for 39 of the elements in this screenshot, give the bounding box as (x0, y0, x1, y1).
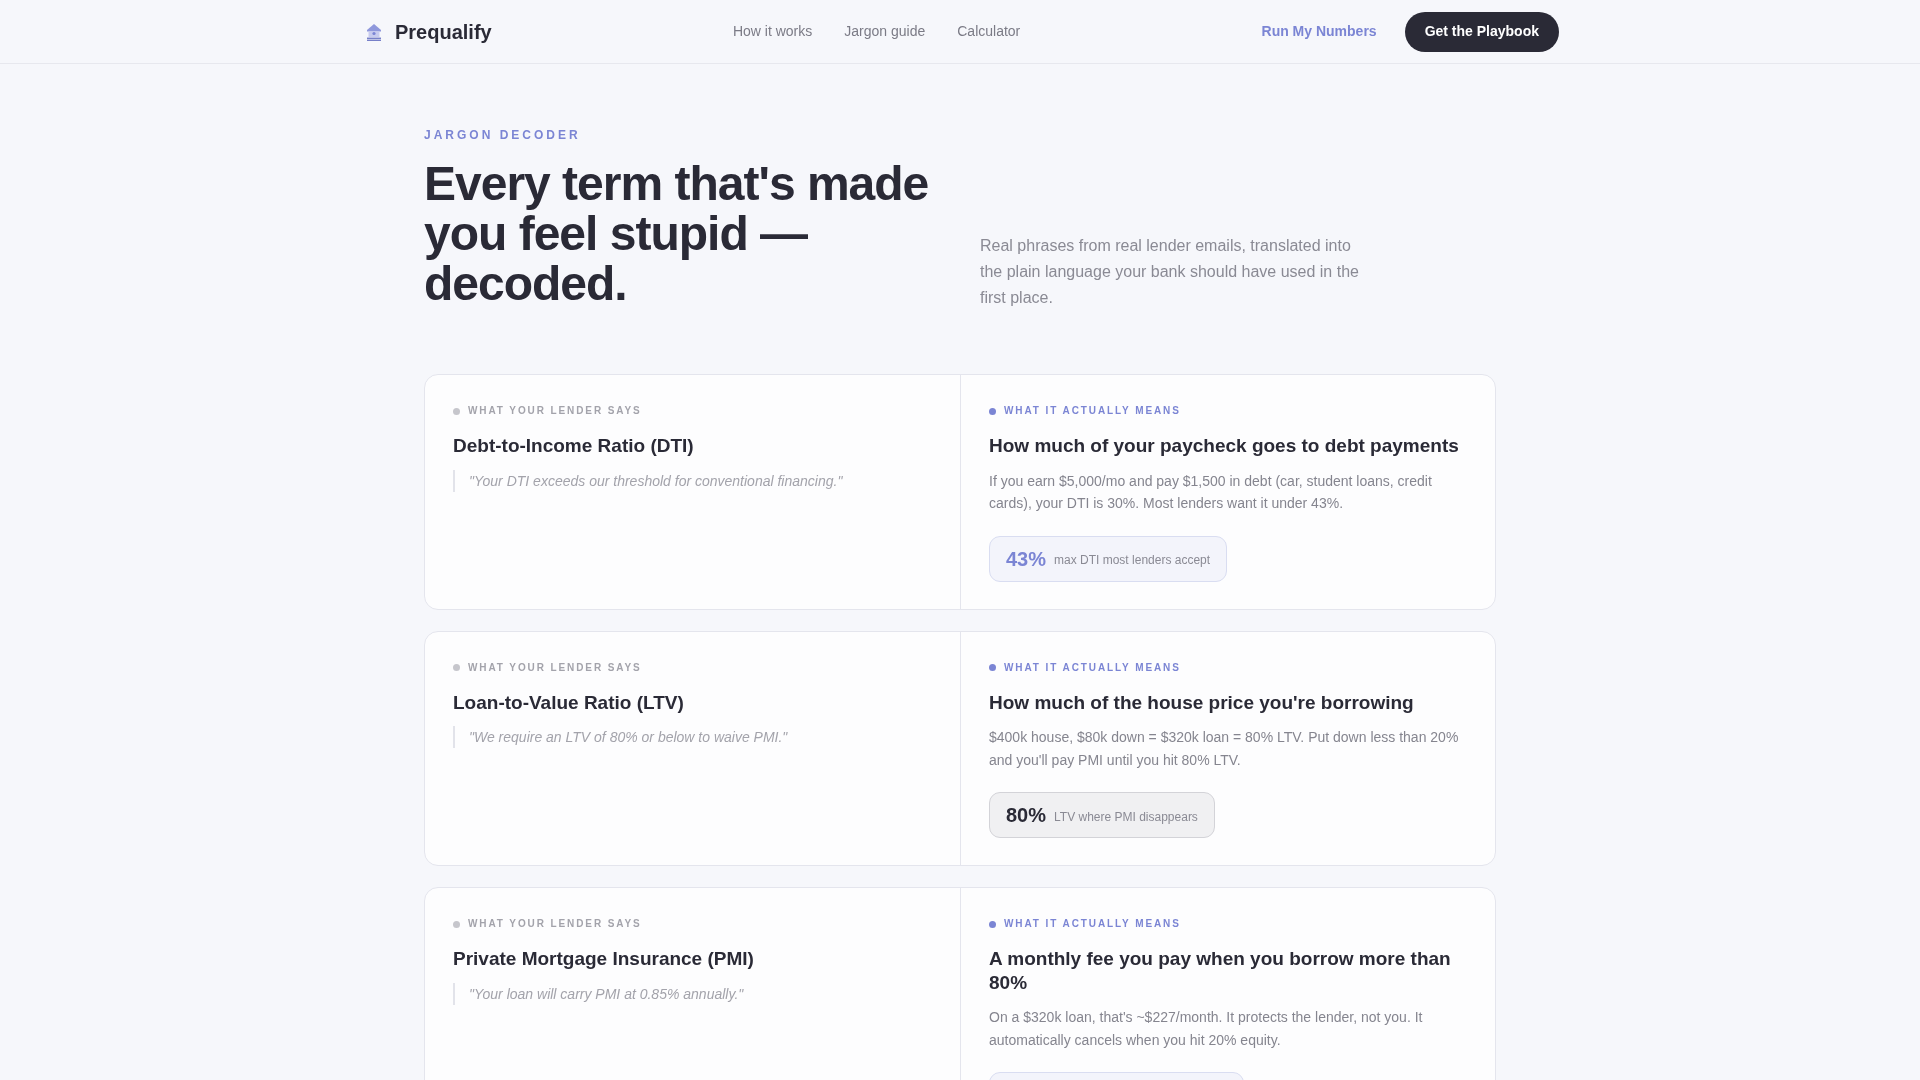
nav-link[interactable]: How it works (732, 21, 813, 42)
meaning-title: A monthly fee you pay when you borrow more than 80% (989, 947, 1452, 994)
stat-value: 80% (1006, 803, 1047, 827)
lender-says-label: WHAT YOUR LENDER SAYS (468, 404, 642, 418)
nav-link[interactable]: Jargon guide (844, 21, 926, 42)
lender-quote: "We require an LTV of 80% or below to waive PMI." (453, 726, 932, 748)
run-numbers-link[interactable]: Run My Numbers (1261, 21, 1377, 42)
dot-icon (453, 920, 460, 928)
page-description: Real phrases from real lender emails, translated into the plain language your bank should have used in the first place. (980, 236, 1360, 308)
meaning-title: How much of your paycheck goes to debt payments (989, 434, 1460, 458)
house-icon (366, 22, 382, 41)
brand-logo-link[interactable]: Prequalify (366, 16, 492, 47)
lender-says-label: WHAT YOUR LENDER SAYS (468, 917, 642, 931)
stat-value: 43% (1006, 546, 1047, 571)
lender-quote: "Your loan will carry PMI at 0.85% annually." (453, 982, 932, 1005)
dot-icon (989, 664, 996, 671)
section-eyebrow: JARGON DECODER (424, 127, 582, 143)
page-heading: Every term that's made you feel stupid — decoded. (424, 159, 930, 309)
stat-caption: LTV where PMI disappears (1054, 808, 1198, 825)
meaning-label: WHAT IT ACTUALLY MEANS (1004, 404, 1181, 418)
nav-link[interactable]: Calculator (957, 21, 1021, 42)
get-playbook-button[interactable]: Get the Playbook (1404, 11, 1559, 52)
term-name: Private Mortgage Insurance (PMI) (453, 947, 755, 971)
lender-quote: "Your DTI exceeds our threshold for conventional financing." (453, 469, 932, 492)
meaning-label: WHAT IT ACTUALLY MEANS (1004, 660, 1181, 675)
dot-icon (453, 664, 460, 671)
lender-says-label: WHAT YOUR LENDER SAYS (468, 660, 642, 675)
meaning-explanation: On a $320k loan, that's ~$227/month. It protects the lender, not you. It automatically cancels when you hit 20% equity. (989, 1008, 1424, 1050)
dot-icon (989, 407, 996, 415)
dot-icon (989, 920, 996, 928)
meaning-explanation: If you earn $5,000/mo and pay $1,500 in debt (car, student loans, credit cards), your DTI is 30%. Most lenders want it under 43%. (989, 471, 1433, 513)
term-name: Debt-to-Income Ratio (DTI) (453, 434, 695, 458)
brand-name: Prequalify (395, 19, 492, 45)
term-name: Loan-to-Value Ratio (LTV) (453, 690, 685, 714)
dot-icon (453, 407, 460, 415)
meaning-explanation: $400k house, $80k down = $320k loan = 80% LTV. Put down less than 20% and you'll pay PMI until you hit 80% LTV. (989, 728, 1460, 770)
meaning-title: How much of the house price you're borrowing (989, 690, 1415, 714)
meaning-label: WHAT IT ACTUALLY MEANS (1004, 917, 1181, 931)
stat-caption: max DTI most lenders accept (1054, 552, 1211, 568)
